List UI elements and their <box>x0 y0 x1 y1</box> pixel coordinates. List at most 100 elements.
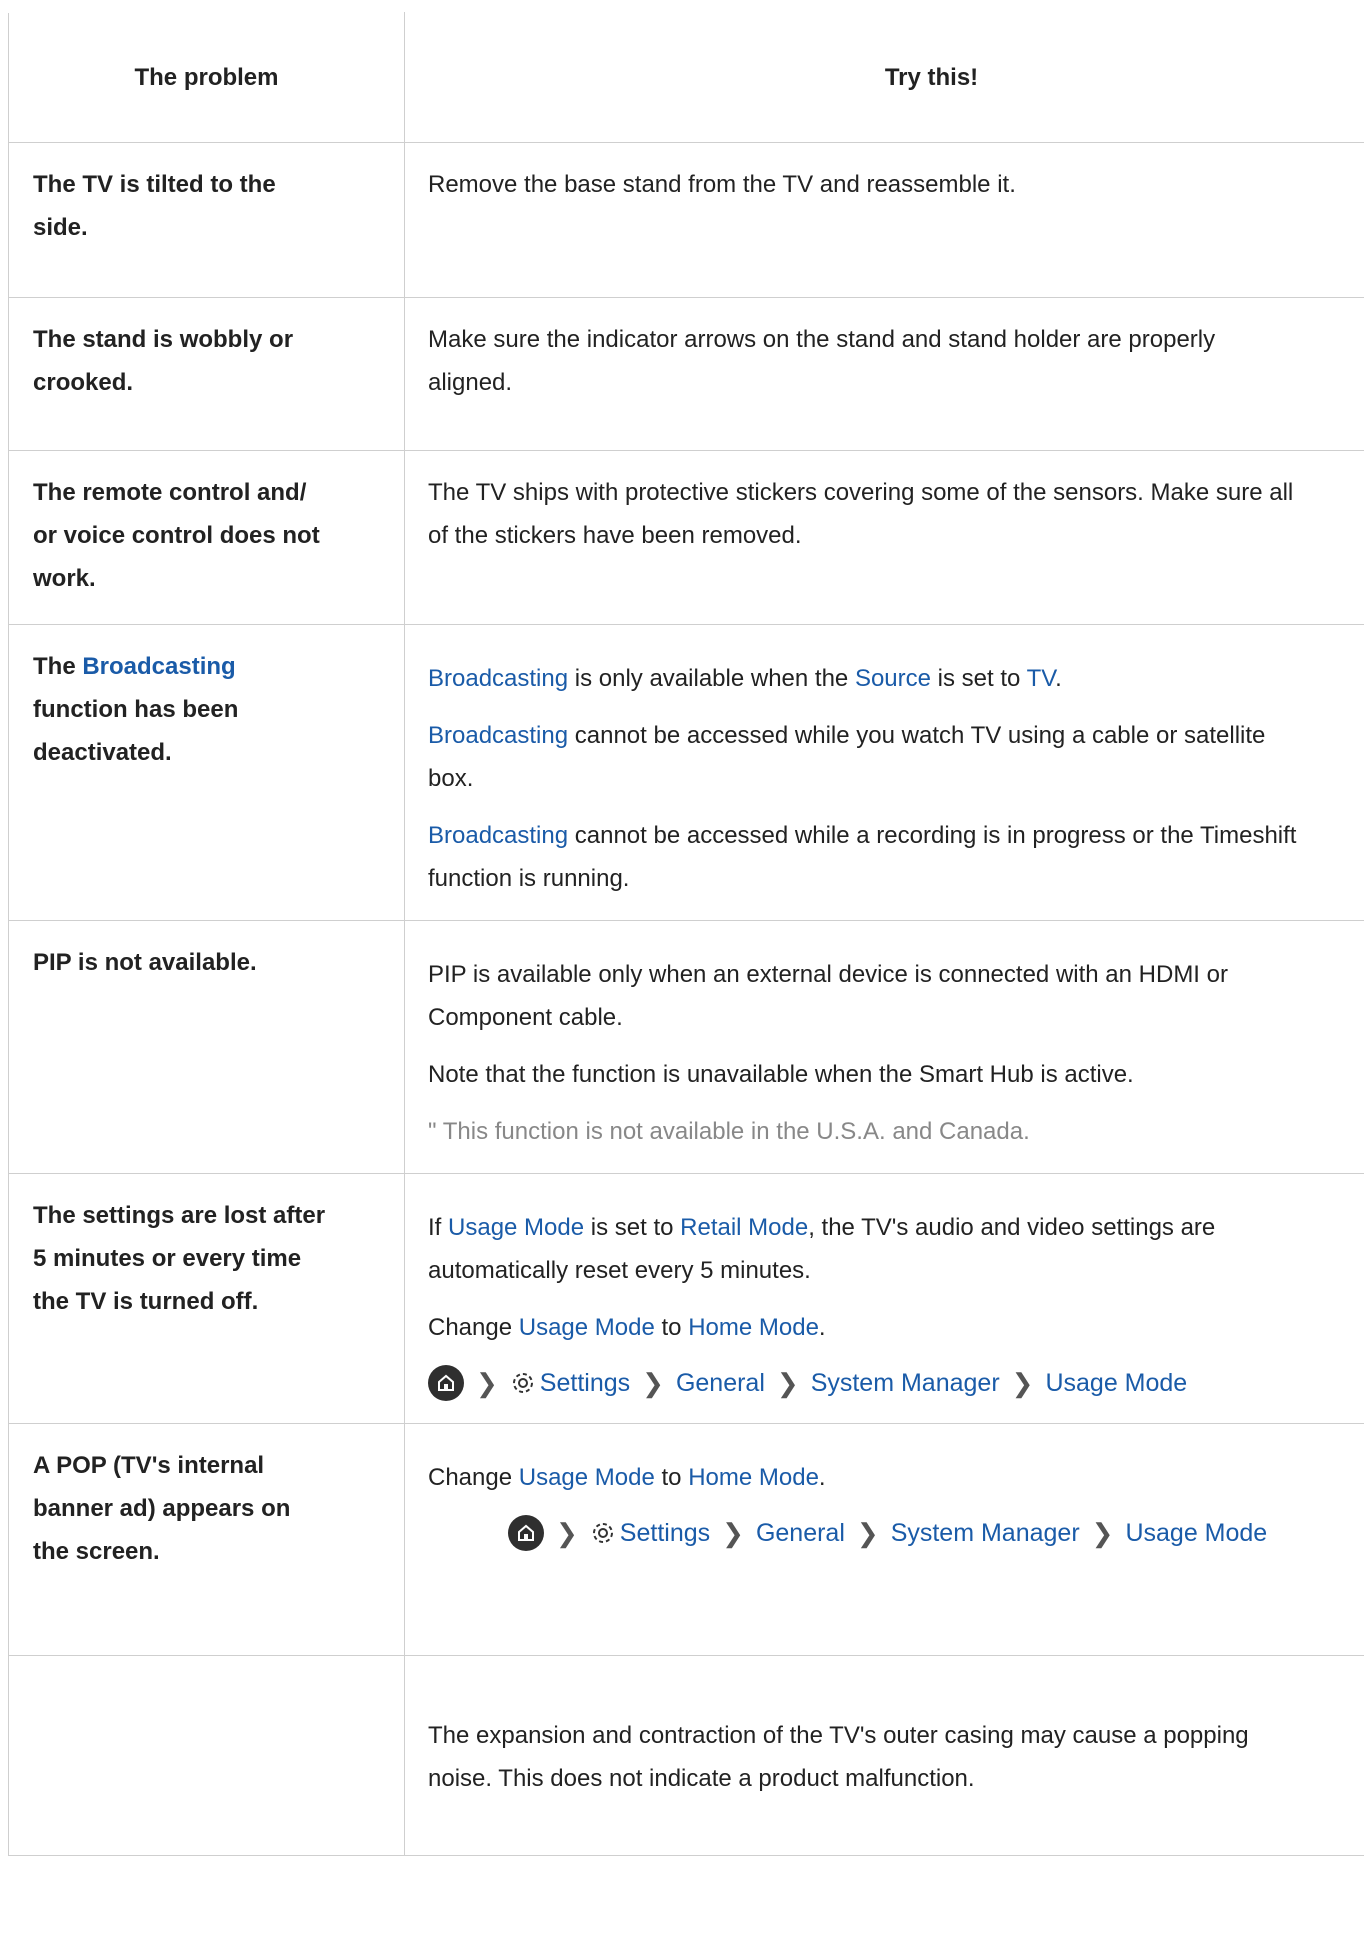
text-run: is set to <box>584 1214 681 1241</box>
usage-mode-link[interactable]: Usage Mode <box>448 1214 584 1241</box>
problem-cell: The settings are lost after 5 minutes or… <box>8 1173 405 1424</box>
menu-item-general[interactable]: General <box>676 1362 765 1405</box>
problem-line: deactivated. <box>33 739 172 766</box>
solution-paragraph: Broadcasting cannot be accessed while yo… <box>428 714 1364 800</box>
solution-line: Component cable. <box>428 1004 623 1031</box>
problem-line: 5 minutes or every time <box>33 1245 302 1272</box>
problem-line: The Broadcasting <box>33 645 384 688</box>
home-mode-link[interactable]: Home Mode <box>688 1464 819 1491</box>
solution-cell: Broadcasting is only available when the … <box>404 624 1364 921</box>
table-row: The expansion and contraction of the TV'… <box>8 1655 1364 1856</box>
solution-cell: Make sure the indicator arrows on the st… <box>404 297 1364 451</box>
solution-line: PIP is available only when an external d… <box>428 961 1228 988</box>
solution-line: noise. This does not indicate a product … <box>428 1765 975 1792</box>
table-header-row: The problem Try this! <box>8 12 1364 143</box>
problem-line: crooked. <box>33 369 134 396</box>
problem-line: The stand is wobbly or <box>33 326 294 353</box>
text-run: Change <box>428 1314 519 1341</box>
broadcasting-link[interactable]: Broadcasting <box>428 822 568 849</box>
chevron-right-icon: ❯ <box>856 1517 879 1548</box>
problem-prefix: The <box>33 653 83 680</box>
solution-line: Broadcasting cannot be accessed while a … <box>428 814 1364 857</box>
troubleshooting-table: The problem Try this! The TV is tilted t… <box>8 12 1364 1856</box>
menu-item-settings[interactable]: Settings <box>540 1362 630 1405</box>
table-row: PIP is not available. PIP is available o… <box>8 920 1364 1174</box>
problem-line: PIP is not available. <box>33 949 257 976</box>
table-row: A POP (TV's internal banner ad) appears … <box>8 1423 1364 1656</box>
problem-line: side. <box>33 214 88 241</box>
problem-cell: PIP is not available. <box>8 920 405 1174</box>
chevron-right-icon: ❯ <box>476 1367 498 1398</box>
source-link[interactable]: Source <box>855 665 931 692</box>
solution-paragraph: PIP is available only when an external d… <box>428 953 1364 1039</box>
menu-item-usage-mode[interactable]: Usage Mode <box>1125 1512 1267 1555</box>
chevron-right-icon: ❯ <box>776 1367 799 1398</box>
broadcasting-link[interactable]: Broadcasting <box>82 653 235 680</box>
text-run: to <box>654 1464 689 1491</box>
solution-line: aligned. <box>428 369 513 396</box>
chevron-right-icon: ❯ <box>1091 1517 1114 1548</box>
header-try-this: Try this! <box>404 12 1364 143</box>
problem-cell: The stand is wobbly or crooked. <box>8 297 405 451</box>
solution-line: If Usage Mode is set to Retail Mode, the… <box>428 1206 1364 1249</box>
solution-cell: PIP is available only when an external d… <box>404 920 1364 1174</box>
problem-cell <box>8 1655 405 1856</box>
home-icon[interactable] <box>508 1515 544 1551</box>
solution-cell: Change Usage Mode to Home Mode. ❯ Settin… <box>404 1423 1364 1656</box>
text-run: cannot be accessed while you watch TV us… <box>568 722 1266 749</box>
solution-line: Broadcasting cannot be accessed while yo… <box>428 714 1364 757</box>
text-run: cannot be accessed while a recording is … <box>568 822 1297 849</box>
usage-mode-link[interactable]: Usage Mode <box>519 1464 655 1491</box>
text-run: . <box>818 1464 826 1491</box>
problem-line: The remote control and/ <box>33 479 307 506</box>
text-run: , the TV's audio and video settings are <box>808 1214 1216 1241</box>
solution-cell: The TV ships with protective stickers co… <box>404 450 1364 625</box>
menu-item-system-manager[interactable]: System Manager <box>891 1512 1080 1555</box>
menu-item-usage-mode[interactable]: Usage Mode <box>1045 1362 1187 1405</box>
text-run: is set to <box>930 665 1027 692</box>
solution-paragraph: Change Usage Mode to Home Mode. <box>428 1456 1364 1499</box>
table-row: The stand is wobbly or crooked. Make sur… <box>8 297 1364 451</box>
solution-line: Make sure the indicator arrows on the st… <box>428 326 1216 353</box>
solution-line: function is running. <box>428 865 630 892</box>
menu-path: ❯ Settings ❯ General ❯ System Manager ❯ … <box>428 1363 1364 1403</box>
table-row: The Broadcasting function has been deact… <box>8 624 1364 921</box>
note-text: " This function is not available in the … <box>428 1118 1030 1145</box>
solution-line: box. <box>428 765 474 792</box>
problem-cell: The TV is tilted to the side. <box>8 142 405 298</box>
solution-cell: If Usage Mode is set to Retail Mode, the… <box>404 1173 1364 1424</box>
problem-line: or voice control does not <box>33 522 320 549</box>
chevron-right-icon: ❯ <box>1011 1367 1034 1398</box>
solution-cell: The expansion and contraction of the TV'… <box>404 1655 1364 1856</box>
home-mode-link[interactable]: Home Mode <box>688 1314 819 1341</box>
solution-paragraph: Change Usage Mode to Home Mode. <box>428 1306 1364 1349</box>
solution-paragraph: Broadcasting is only available when the … <box>428 657 1364 700</box>
problem-line: The settings are lost after <box>33 1202 326 1229</box>
solution-line: The TV ships with protective stickers co… <box>428 479 1294 506</box>
header-problem: The problem <box>8 12 405 143</box>
broadcasting-link[interactable]: Broadcasting <box>428 665 568 692</box>
problem-cell: The remote control and/ or voice control… <box>8 450 405 625</box>
problem-line: the screen. <box>33 1538 160 1565</box>
problem-line: banner ad) appears on <box>33 1495 291 1522</box>
problem-line: A POP (TV's internal <box>33 1452 265 1479</box>
menu-item-system-manager[interactable]: System Manager <box>811 1362 1000 1405</box>
usage-mode-link[interactable]: Usage Mode <box>519 1314 655 1341</box>
menu-item-settings[interactable]: Settings <box>620 1512 710 1555</box>
solution-cell: Remove the base stand from the TV and re… <box>404 142 1364 298</box>
solution-line: The expansion and contraction of the TV'… <box>428 1722 1249 1749</box>
text-run: to <box>654 1314 689 1341</box>
home-icon[interactable] <box>428 1365 464 1401</box>
retail-mode-link[interactable]: Retail Mode <box>680 1214 808 1241</box>
table-row: The remote control and/ or voice control… <box>8 450 1364 625</box>
text-run: If <box>428 1214 449 1241</box>
tv-link[interactable]: TV <box>1027 665 1055 692</box>
problem-line: the TV is turned off. <box>33 1288 259 1315</box>
text-run: . <box>1055 665 1062 692</box>
solution-line: of the stickers have been removed. <box>428 522 802 549</box>
chevron-right-icon: ❯ <box>642 1367 664 1398</box>
solution-line: automatically reset every 5 minutes. <box>428 1257 811 1284</box>
chevron-right-icon: ❯ <box>722 1517 744 1548</box>
menu-item-general[interactable]: General <box>756 1512 845 1555</box>
broadcasting-link[interactable]: Broadcasting <box>428 722 568 749</box>
